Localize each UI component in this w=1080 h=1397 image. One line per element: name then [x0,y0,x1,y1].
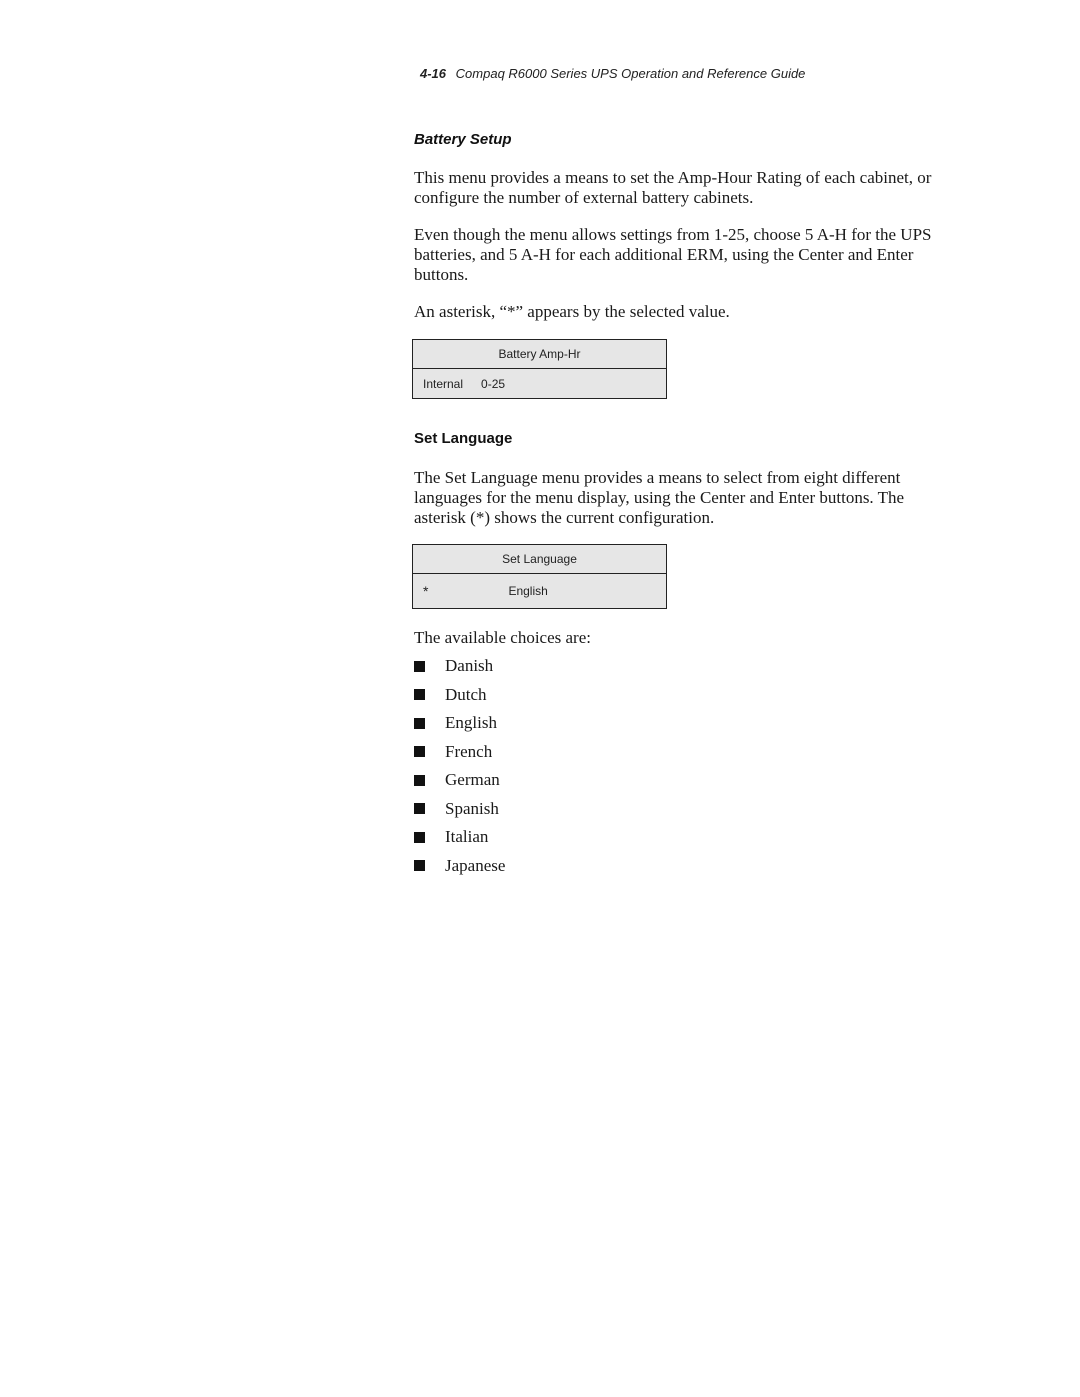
choices-intro: The available choices are: [414,628,591,647]
list-item: Spanish [414,795,505,824]
square-bullet-icon [414,717,425,729]
battery-setup-paragraph-1: This menu provides a means to set the Am… [414,168,932,207]
list-item: French [414,738,505,767]
language-name: French [445,741,493,761]
language-name: German [445,770,500,790]
list-item: Italian [414,823,505,852]
language-name: Danish [445,656,494,676]
battery-setup-paragraph-3: An asterisk, “*” appears by the selected… [414,302,730,321]
language-name: Spanish [445,798,499,818]
list-item: German [414,766,505,795]
set-language-heading: Set Language [414,430,513,447]
language-choices-list: Danish Dutch English French German Spani… [414,652,505,880]
language-name: English [445,713,497,733]
page-number: 4-16 [420,66,447,81]
battery-amp-hr-display: Battery Amp-Hr Internal 0-25 [412,339,667,399]
square-bullet-icon [414,689,425,701]
square-bullet-icon [414,774,425,786]
battery-setup-paragraph-2: Even though the menu allows settings fro… [414,225,932,284]
display-row: * English [413,574,666,608]
language-name: Dutch [445,684,487,704]
square-bullet-icon [414,660,425,672]
display-value: 0-25 [481,376,506,391]
square-bullet-icon [414,831,425,843]
square-bullet-icon [414,803,425,815]
language-name: Italian [445,827,489,847]
square-bullet-icon [414,746,425,758]
display-row: Internal 0-25 [413,369,666,398]
document-title: Compaq R6000 Series UPS Operation and Re… [455,66,806,81]
battery-setup-heading: Battery Setup [414,131,512,148]
set-language-paragraph: The Set Language menu provides a means t… [414,468,905,527]
list-item: Danish [414,652,505,681]
display-title: Battery Amp-Hr [413,340,666,369]
language-name: Japanese [445,855,506,875]
selected-marker: * [423,583,429,599]
display-value: English [508,584,548,598]
square-bullet-icon [414,860,425,872]
display-title: Set Language [413,545,666,574]
set-language-display: Set Language * English [412,544,667,609]
list-item: Dutch [414,681,505,710]
page-header: 4-16 Compaq R6000 Series UPS Operation a… [420,66,805,81]
display-label: Internal [423,376,464,391]
list-item: Japanese [414,852,505,881]
list-item: English [414,709,505,738]
